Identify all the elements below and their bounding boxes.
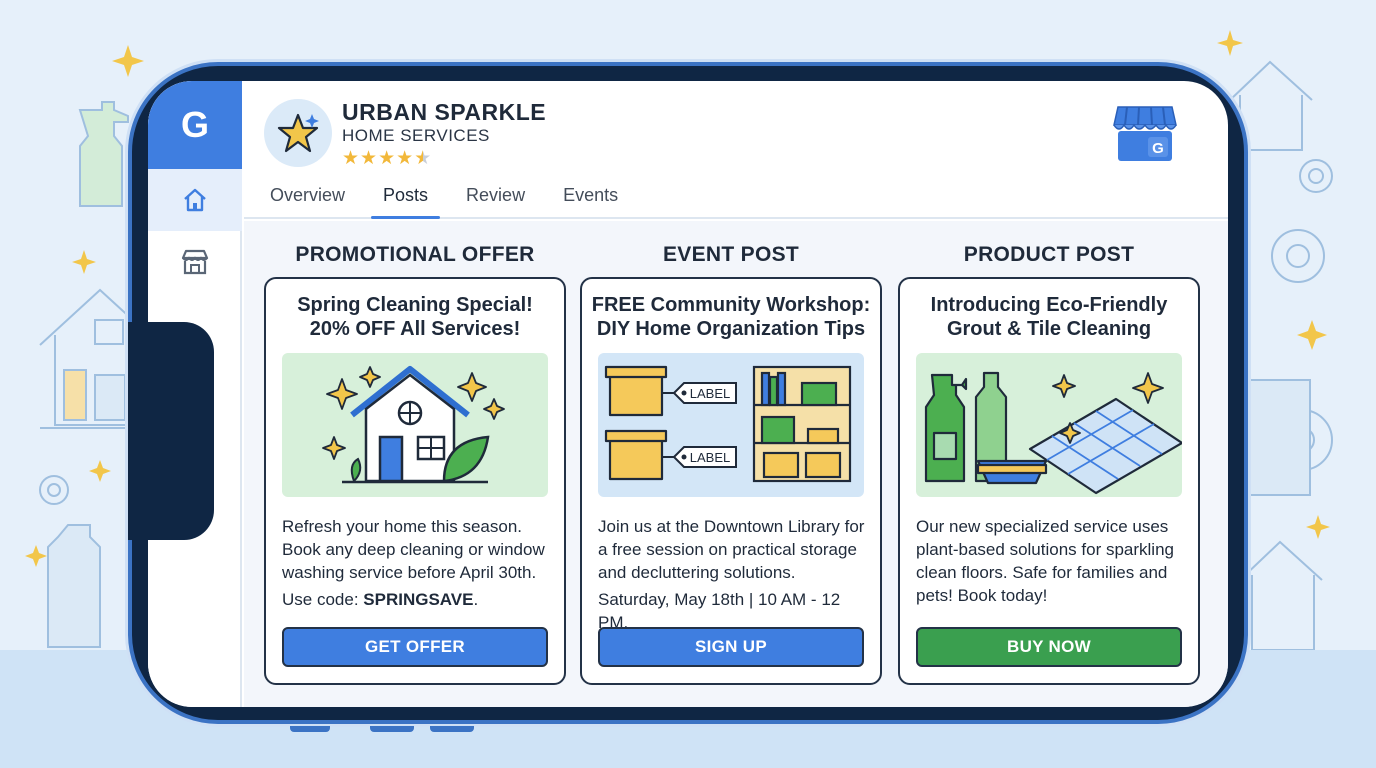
product-post-card[interactable]: Introducing Eco-Friendly Grout & Tile Cl… [898,277,1200,685]
event-title: FREE Community Workshop: DIY Home Organi… [590,293,872,341]
promo-code-line: Use code: SPRINGSAVE. [282,588,552,611]
buy-now-button[interactable]: BUY NOW [916,627,1182,667]
event-description: Join us at the Downtown Library for a fr… [598,517,865,582]
star-icon: ★ [342,148,361,169]
cleaning-products-tile-icon [924,371,1182,495]
star-icon: ★ [414,148,433,169]
phone-side-button [370,726,414,732]
svg-text:G: G [1152,140,1164,157]
google-my-business-icon[interactable]: G [1112,103,1178,165]
promo-code-prefix: Use code: [282,590,364,609]
phone-notch [128,322,214,540]
star-icon: ★ [378,148,397,169]
promo-title: Spring Cleaning Special! 20% OFF All Ser… [274,293,556,341]
posts-content: PROMOTIONAL OFFER Spring Cleaning Specia… [244,221,1228,707]
product-heading: PRODUCT POST [963,243,1135,266]
star-icon: ★ [396,148,415,169]
promo-post-card[interactable]: Spring Cleaning Special! 20% OFF All Ser… [264,277,566,685]
storage-boxes-icon: LABEL LABEL [604,365,852,483]
tab-events[interactable]: Events [563,181,618,219]
sidebar-item-store[interactable] [148,231,242,293]
get-offer-button[interactable]: GET OFFER [282,627,548,667]
product-image [916,353,1182,497]
event-image: LABEL LABEL [598,353,864,497]
product-title: Introducing Eco-Friendly Grout & Tile Cl… [908,293,1190,341]
phone-side-button [290,726,330,732]
sparkle-star-icon [277,113,319,153]
promo-body: Refresh your home this season. Book any … [282,515,552,615]
label-tag-2: LABEL [690,450,730,465]
promo-image [282,353,548,497]
business-subtitle: HOME SERVICES [342,126,490,145]
sign-up-button[interactable]: SIGN UP [598,627,864,667]
sidebar-item-home[interactable] [148,169,242,231]
event-title-line2: DIY Home Organization Tips [596,318,866,340]
phone-side-button [430,726,474,732]
home-icon [184,188,206,212]
google-logo-letter: G [180,104,209,145]
promo-heading: PROMOTIONAL OFFER [295,243,535,266]
phone-screen: G URBAN SPARKLE HOME SERVICES ★★★★★ G Ov… [148,81,1228,707]
business-name: URBAN SPARKLE [342,99,547,125]
product-body: Our new specialized service uses plant-b… [916,515,1186,611]
event-post-card[interactable]: FREE Community Workshop: DIY Home Organi… [580,277,882,685]
tab-posts[interactable]: Posts [371,181,441,219]
house-sparkle-icon [322,366,505,484]
product-title-line1: Introducing Eco-Friendly [930,294,1168,316]
product-title-line2: Grout & Tile Cleaning [946,318,1152,340]
google-logo-button[interactable]: G [148,81,242,169]
storefront-icon [181,249,209,275]
event-heading: EVENT POST [662,243,800,266]
tab-review[interactable]: Review [466,181,525,219]
tab-overview[interactable]: Overview [270,181,345,219]
business-logo [264,99,332,167]
label-tag-1: LABEL [690,386,730,401]
event-body: Join us at the Downtown Library for a fr… [598,515,868,638]
event-title-line1: FREE Community Workshop: [591,294,871,316]
tab-bar: Overview Posts Review Events [270,181,656,219]
promo-description: Refresh your home this season. Book any … [282,517,545,582]
promo-title-line1: Spring Cleaning Special! [297,294,533,316]
product-description: Our new specialized service uses plant-b… [916,517,1174,605]
promo-code-suffix: . [473,590,479,609]
promo-title-line2: 20% OFF All Services! [309,318,521,340]
star-icon: ★ [360,148,379,169]
promo-code: SPRINGSAVE [363,590,474,609]
business-header: URBAN SPARKLE HOME SERVICES ★★★★★ G Over… [244,81,1228,219]
rating-stars: ★★★★★ [342,147,432,170]
rating-stars-glyphs: ★★★★★ [342,148,432,169]
